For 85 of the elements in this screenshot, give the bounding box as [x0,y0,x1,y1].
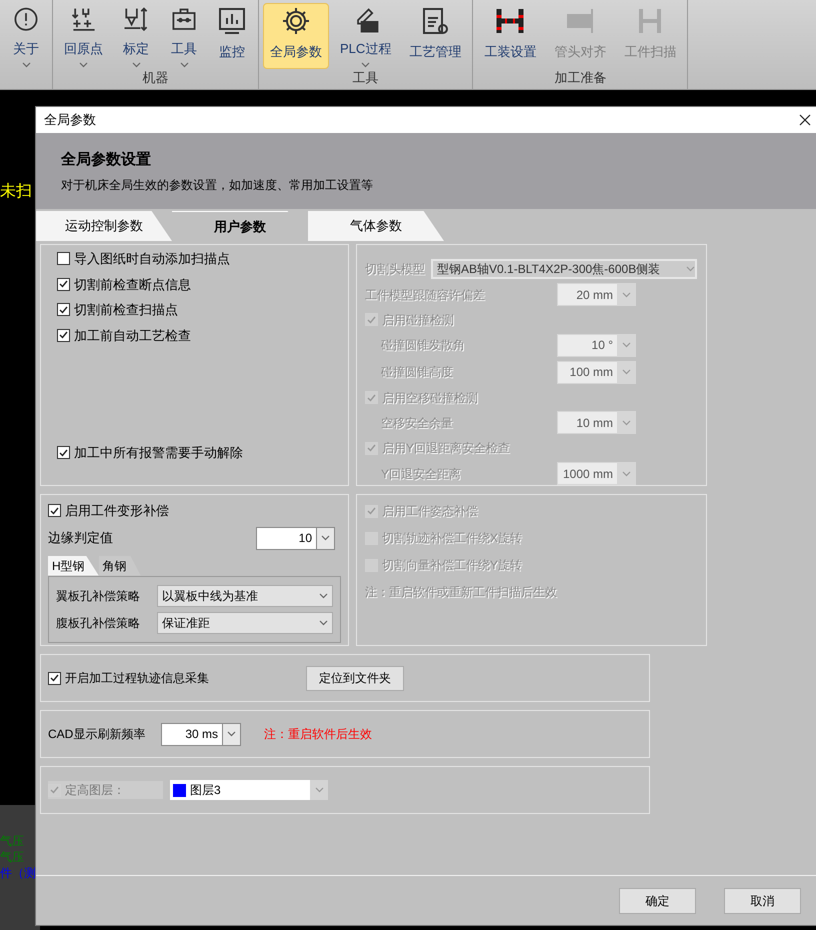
value-field[interactable]: 30 ms [161,722,241,746]
tab[interactable]: H型钢 [48,556,99,576]
field-label: 碰撞圆锥高度 [381,364,453,382]
status-text: 件（测 [0,865,37,881]
settings-icon [281,6,311,36]
option-label: 启用空移碰撞检测 [382,390,478,406]
group-label: 机器 [142,69,168,87]
tab[interactable]: 运动控制参数 [36,211,172,241]
option-label: 切割前检查扫描点 [74,301,178,319]
note-text: 注：重启软件或重新工件扫描后生效 [365,584,558,601]
tab[interactable]: 角钢 [98,556,141,576]
caret-icon [132,62,140,68]
header-title: 全局参数设置 [61,150,152,170]
option-label: 定高图层： [65,782,125,799]
checkbox[interactable] [48,672,61,684]
window-title: 全局参数 [44,111,96,130]
field-label: 切割头模型 [365,261,425,278]
option-label: 启用碰撞检测 [382,312,454,329]
field-label: 碰撞圆锥发散角 [381,337,465,354]
caret-icon [314,787,324,793]
ribbon-button[interactable]: 关于 [4,3,48,69]
document-gear-icon [420,6,450,36]
status-text: 气压 [0,849,25,865]
field-label: 翼板孔补偿策略 [56,588,140,604]
option-label: 启用工件姿态补偿 [382,503,478,520]
status-text: 气压 [0,833,25,849]
group-label: 加工准备 [554,69,606,87]
caret-icon [22,62,30,68]
caret-icon [622,292,631,298]
caret-icon [180,62,188,68]
strategy-select[interactable]: 保证准距 [157,612,333,634]
canvas-label: 未扫 [0,182,32,202]
checkbox[interactable] [57,446,70,460]
caret-icon [79,62,88,68]
checkbox[interactable] [57,278,70,291]
caret-icon [622,342,631,348]
monitor-icon [217,6,247,36]
pipe-icon [565,6,596,36]
option-label: 启用工件变形补偿 [65,502,169,520]
group-label: 工具 [352,69,379,87]
fixture-icon [495,6,526,36]
ribbon-button[interactable]: 工艺管理 [402,3,468,69]
field-label: CAD显示刷新频率 [48,726,146,743]
dialog-button[interactable]: 取消 [724,888,801,914]
strategy-select[interactable]: 以翼板中线为基准 [157,584,333,606]
ribbon-button[interactable]: 监控 [210,3,254,69]
caret-icon [321,535,330,541]
ribbon-button[interactable]: 全局参数 [263,3,329,69]
option-label: 启用Y回退距离安全检查 [382,440,510,458]
option-label: 加工中所有报警需要手动解除 [74,444,243,462]
ribbon-button[interactable]: 回原点 [57,3,110,69]
folder-button[interactable]: 定位到文件夹 [306,666,404,690]
checkbox[interactable] [57,303,70,316]
option-label: 开启加工过程轨迹信息采集 [65,670,209,687]
field-label: 边缘判定值 [48,529,113,548]
dialog-button[interactable]: 确定 [619,888,696,914]
field-label: Y回退安全距离 [381,466,462,483]
field-label: 腹板孔补偿策略 [56,614,140,632]
ribbon-button[interactable]: 工具 [162,3,206,69]
note-text: 注：重启软件后生效 [264,726,372,743]
caret-icon [361,62,370,68]
caret-icon [686,266,695,272]
close-icon[interactable] [799,114,811,126]
option-label: 切割向量补偿工件绕Y旋转 [382,557,522,574]
ribbon-button[interactable]: PLC过程 [333,3,398,69]
header-subtitle: 对于机床全局生效的参数设置，如加速度、常用加工设置等 [61,176,374,194]
ribbon-button[interactable]: 工装设置 [477,3,544,69]
option-label: 切割前检查断点信息 [74,276,191,294]
caret-icon [319,592,328,598]
option-label: 切割轨迹补偿工件绕X旋转 [382,530,522,547]
field-label: 工件模型跟随容许偏差 [365,286,485,304]
tab[interactable]: 气体参数 [308,211,444,241]
option-label: 加工前自动工艺检查 [74,326,191,344]
caret-icon [622,420,631,426]
checkbox[interactable] [57,252,70,266]
caret-icon [227,731,236,737]
caret-icon [319,620,328,626]
field-label: 空移安全余量 [381,414,453,432]
ribbon-button[interactable]: 标定 [114,3,158,69]
value-field[interactable]: 10 [256,526,335,550]
option-label: 导入图纸时自动添加扫描点 [74,250,230,268]
checkbox[interactable] [48,504,61,518]
caret-icon [622,369,631,376]
caret-icon [622,470,631,477]
checkbox[interactable] [57,328,70,342]
